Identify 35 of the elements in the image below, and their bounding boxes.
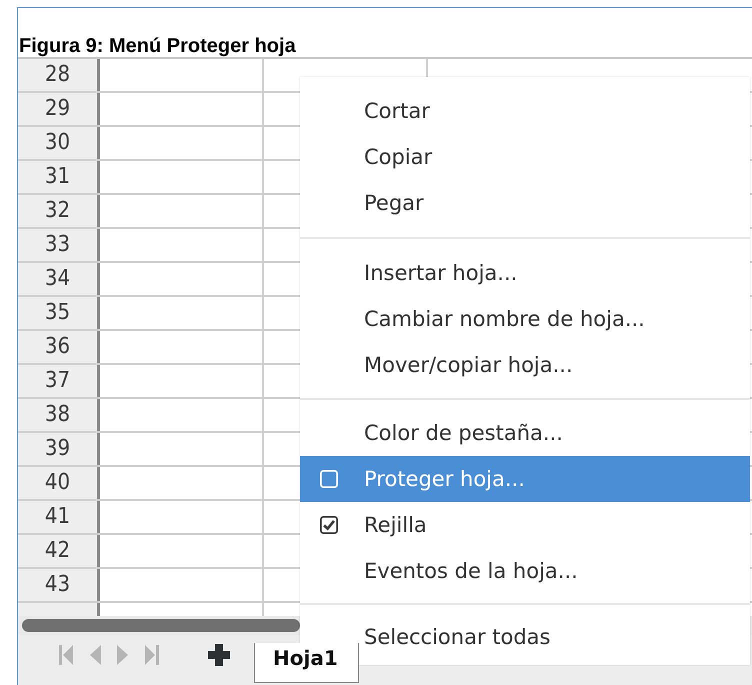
figure-caption: Figura 9: Menú Proteger hoja	[19, 35, 296, 57]
menu-item[interactable]: Cambiar nombre de hoja...	[300, 296, 750, 342]
menu-item[interactable]: Color de pestaña...	[300, 410, 750, 456]
menu-item[interactable]: Insertar hoja...	[300, 250, 750, 296]
next-sheet-icon[interactable]	[116, 644, 130, 666]
menu-item[interactable]: Pegar	[300, 180, 750, 226]
menu-item[interactable]: Rejilla	[300, 502, 750, 548]
row-number: 40	[44, 472, 70, 494]
row-number: 41	[44, 506, 70, 528]
add-sheet-icon[interactable]	[208, 644, 230, 666]
row-number: 39	[44, 438, 70, 460]
row-number: 36	[44, 336, 70, 358]
checkbox-icon[interactable]	[320, 470, 338, 488]
menu-item[interactable]: Eventos de la hoja...	[300, 548, 750, 594]
row-number: 30	[44, 132, 70, 154]
previous-sheet-icon[interactable]	[88, 644, 102, 666]
row-number: 34	[44, 268, 70, 290]
row-number: 29	[44, 98, 70, 120]
menu-item[interactable]: Copiar	[300, 134, 750, 180]
row-number: 33	[44, 234, 70, 256]
row-number: 31	[44, 166, 70, 188]
row-number: 32	[44, 200, 70, 222]
row-number: 43	[44, 574, 70, 596]
checked-checkbox-icon[interactable]	[320, 516, 338, 534]
row-number: 42	[44, 540, 70, 562]
row-number: 28	[44, 64, 70, 86]
sheet-tab[interactable]: Hoja1	[254, 643, 359, 683]
menu-item[interactable]: Cortar	[300, 88, 750, 134]
row-number: 37	[44, 370, 70, 392]
row-number: 35	[44, 302, 70, 324]
first-sheet-icon[interactable]	[58, 644, 74, 666]
scrollbar-thumb[interactable]	[22, 619, 300, 632]
row-number: 38	[44, 404, 70, 426]
last-sheet-icon[interactable]	[144, 644, 160, 666]
menu-item[interactable]: Mover/copiar hoja...	[300, 342, 750, 388]
